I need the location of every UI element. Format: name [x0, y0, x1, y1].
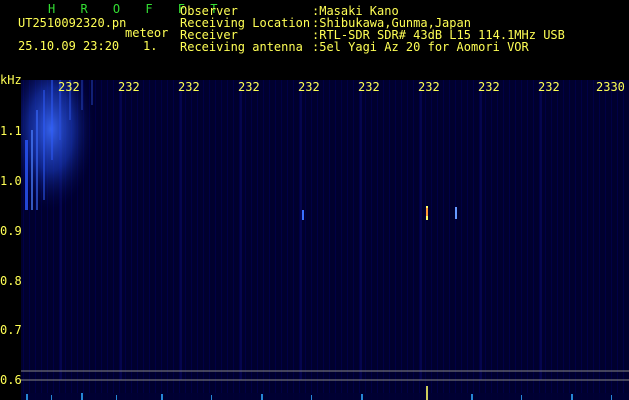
file-name: UT2510092320.pn: [18, 16, 127, 30]
x-tick-label: 232: [238, 80, 260, 94]
x-tick-label: 232: [358, 80, 380, 94]
y-tick-label: 0.8: [0, 274, 22, 288]
y-tick-label: 0.7: [0, 323, 22, 337]
y-tick-label: 0.9: [0, 224, 22, 238]
x-tick-label: 232: [538, 80, 560, 94]
flag-value: 1.: [143, 39, 158, 53]
spectrogram: [21, 80, 629, 400]
x-tick-label: 232: [118, 80, 140, 94]
y-tick-label: 1.1: [0, 124, 22, 138]
y-tick-label: 0.6: [0, 373, 22, 387]
x-tick-label: 232: [178, 80, 200, 94]
y-axis-unit: kHz: [0, 73, 22, 87]
x-tick-label: 232: [58, 80, 80, 94]
meteor-label: meteor: [125, 26, 169, 40]
signal-burst: [21, 80, 96, 220]
antenna-label: Receiving antenna: [180, 40, 303, 54]
x-tick-label: 232: [298, 80, 320, 94]
x-tick-label: 2330: [596, 80, 625, 94]
header-panel: H R O F F T UT2510092320.pn meteor 25.10…: [0, 0, 629, 72]
antenna-value: :5el Yagi Az 20 for Aomori VOR: [312, 40, 529, 54]
x-tick-label: 232: [478, 80, 500, 94]
date-time: 25.10.09 23:20: [18, 39, 120, 53]
y-tick-label: 1.0: [0, 174, 22, 188]
x-tick-label: 232: [418, 80, 440, 94]
